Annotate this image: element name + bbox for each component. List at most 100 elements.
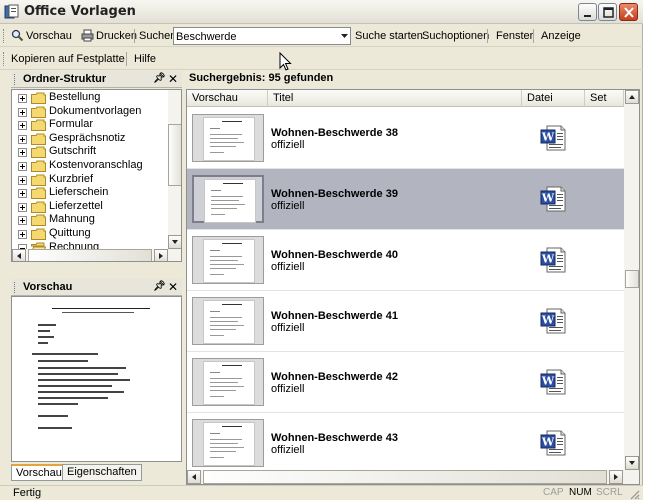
main-toolbar: Vorschau Drucken Suchen Suche starten Su… xyxy=(0,25,643,47)
tree-vertical-scrollbar[interactable] xyxy=(168,90,181,249)
scroll-thumb[interactable] xyxy=(203,470,607,484)
expand-icon[interactable] xyxy=(18,107,27,117)
copy-to-disk-button[interactable]: Kopieren auf Festplatte xyxy=(11,51,125,67)
scroll-up-button[interactable] xyxy=(625,90,639,104)
tree-item[interactable]: Bestellung xyxy=(12,91,172,104)
tree-horizontal-scrollbar[interactable] xyxy=(12,249,181,261)
display-menu-button[interactable]: Anzeige xyxy=(541,28,581,44)
minimize-icon xyxy=(584,15,591,17)
document-thumbnail[interactable] xyxy=(192,175,264,223)
document-thumbnail[interactable] xyxy=(192,297,264,345)
document-thumbnail[interactable] xyxy=(192,236,264,284)
tree-item[interactable]: Dokumentvorlagen xyxy=(12,105,172,118)
word-document-icon[interactable]: W xyxy=(539,429,567,457)
word-document-icon[interactable]: W xyxy=(539,124,567,152)
tree-item[interactable]: Mahnung xyxy=(12,213,172,227)
result-row[interactable]: Wohnen-Beschwerde 43 offiziell W xyxy=(187,413,624,474)
results-horizontal-scrollbar[interactable] xyxy=(187,470,639,484)
dropdown-arrow-icon[interactable] xyxy=(341,33,348,39)
result-row[interactable]: Wohnen-Beschwerde 41 offiziell W xyxy=(187,291,624,352)
help-button[interactable]: Hilfe xyxy=(134,51,156,67)
expand-icon[interactable] xyxy=(18,121,27,131)
search-combobox[interactable] xyxy=(173,27,351,45)
results-vertical-scrollbar[interactable] xyxy=(624,90,639,470)
print-button-label: Drucken xyxy=(96,30,137,42)
minimize-button[interactable] xyxy=(578,3,597,21)
scroll-right-button[interactable] xyxy=(154,249,168,261)
expand-icon[interactable] xyxy=(18,230,27,239)
preview-button[interactable]: Vorschau xyxy=(11,28,72,44)
tree-item[interactable]: Kostenvoranschlag xyxy=(12,159,172,172)
result-row[interactable]: Wohnen-Beschwerde 42 offiziell W xyxy=(187,352,624,413)
result-title: Wohnen-Beschwerde 42 xyxy=(271,371,398,383)
result-row[interactable]: Wohnen-Beschwerde 40 offiziell W xyxy=(187,230,624,291)
window-menu-button[interactable]: Fenster xyxy=(496,28,533,44)
scroll-thumb[interactable] xyxy=(625,270,639,288)
column-header-file[interactable]: Datei xyxy=(522,90,585,107)
word-document-icon[interactable]: W xyxy=(539,246,567,274)
document-thumbnail[interactable] xyxy=(192,114,264,162)
expand-icon[interactable] xyxy=(18,94,27,103)
scroll-thumb[interactable] xyxy=(28,249,152,261)
scroll-down-button[interactable] xyxy=(168,235,181,249)
pin-icon[interactable]: 📌︎ xyxy=(153,281,166,292)
document-preview xyxy=(11,296,182,462)
word-document-icon[interactable]: W xyxy=(539,368,567,396)
scroll-lock-indicator: SCRL xyxy=(596,487,623,498)
maximize-button[interactable] xyxy=(598,3,617,21)
toolbar-grip[interactable] xyxy=(3,52,6,66)
tree-item[interactable]: Lieferschein xyxy=(12,186,172,200)
tree-item[interactable]: Kurzbrief xyxy=(12,173,172,186)
scroll-thumb[interactable] xyxy=(168,124,181,186)
close-pane-icon[interactable]: ✕ xyxy=(168,72,178,86)
expand-icon[interactable] xyxy=(18,202,27,212)
pane-grip[interactable] xyxy=(14,74,17,85)
tab-preview[interactable]: Vorschau xyxy=(11,464,67,481)
tab-properties[interactable]: Eigenschaften xyxy=(62,464,142,481)
result-row[interactable]: Wohnen-Beschwerde 39 offiziell W xyxy=(187,169,624,230)
tree-item[interactable]: Gutschrift xyxy=(12,145,172,159)
scroll-down-button[interactable] xyxy=(625,456,639,470)
arrow-right-icon xyxy=(159,253,163,259)
expand-icon[interactable] xyxy=(18,148,27,158)
toolbar-grip[interactable] xyxy=(3,29,6,43)
scroll-left-button[interactable] xyxy=(12,249,26,261)
title-bar[interactable]: Office Vorlagen xyxy=(0,0,643,24)
word-document-icon[interactable]: W xyxy=(539,185,567,213)
column-header-title[interactable]: Titel xyxy=(268,90,522,107)
column-header-set[interactable]: Set xyxy=(585,90,624,107)
pane-grip[interactable] xyxy=(14,282,17,293)
status-text: Fertig xyxy=(13,487,42,499)
expand-icon[interactable] xyxy=(18,134,27,144)
close-pane-icon[interactable]: ✕ xyxy=(168,280,178,294)
expand-icon[interactable] xyxy=(18,216,27,226)
tree-item-label: Gutschrift xyxy=(49,145,97,158)
close-button[interactable] xyxy=(619,3,638,21)
app-window: Office Vorlagen Vorschau Drucken Suchen … xyxy=(0,0,643,500)
print-button[interactable]: Drucken xyxy=(81,28,137,44)
folder-icon xyxy=(31,228,46,240)
window-title: Office Vorlagen xyxy=(24,4,136,19)
scroll-left-button[interactable] xyxy=(187,470,201,484)
pin-icon[interactable]: 📌︎ xyxy=(153,73,166,84)
expand-icon[interactable] xyxy=(18,175,27,185)
app-icon xyxy=(4,4,19,19)
expand-icon[interactable] xyxy=(18,189,27,199)
result-row[interactable]: Wohnen-Beschwerde 38 offiziell W xyxy=(187,108,624,169)
resize-grip-icon[interactable] xyxy=(628,488,640,500)
word-document-icon[interactable]: W xyxy=(539,307,567,335)
folder-icon xyxy=(31,119,46,132)
search-input[interactable] xyxy=(176,30,334,43)
start-search-button[interactable]: Suche starten xyxy=(355,28,423,44)
toolbar-separator xyxy=(134,29,135,43)
search-options-button[interactable]: Suchoptionen xyxy=(422,28,489,44)
document-thumbnail[interactable] xyxy=(192,419,264,467)
column-header-preview[interactable]: Vorschau xyxy=(187,90,268,107)
document-thumbnail[interactable] xyxy=(192,358,264,406)
tree-item[interactable]: Lieferzettel xyxy=(12,200,172,213)
scroll-right-button[interactable] xyxy=(609,470,623,484)
expand-icon[interactable] xyxy=(18,162,27,171)
tree-item[interactable]: Quittung xyxy=(12,227,172,240)
tree-item[interactable]: Formular xyxy=(12,118,172,132)
tree-item[interactable]: Gesprächsnotiz xyxy=(12,132,172,145)
